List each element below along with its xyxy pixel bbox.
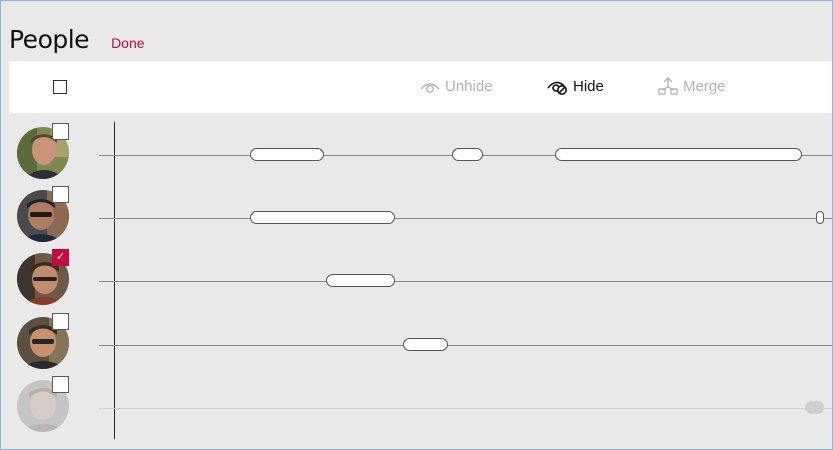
timeline-track: [99, 408, 832, 409]
timeline-segment[interactable]: [805, 401, 824, 414]
select-all-checkbox[interactable]: [53, 80, 67, 94]
eye-hide-icon: [547, 77, 569, 95]
person-checkbox-checked[interactable]: ✓: [52, 249, 69, 266]
merge-button[interactable]: Merge: [657, 77, 726, 95]
timeline-segment[interactable]: [250, 211, 395, 224]
merge-label: Merge: [683, 77, 726, 95]
timeline-segment[interactable]: [816, 211, 824, 224]
timeline-segment[interactable]: [403, 338, 448, 351]
unhide-label: Unhide: [445, 77, 493, 95]
person-row: [9, 123, 832, 187]
timeline-track: [99, 281, 832, 282]
timeline-track: [99, 345, 832, 346]
person-checkbox[interactable]: [52, 186, 69, 203]
person-row: [9, 313, 832, 377]
page-title: People: [9, 25, 90, 54]
person-checkbox[interactable]: [52, 123, 69, 140]
person-checkbox[interactable]: [52, 376, 69, 393]
timeline-segment[interactable]: [326, 274, 395, 287]
person-row-hidden: [9, 376, 832, 440]
timeline-segment[interactable]: [250, 148, 324, 161]
merge-icon: [657, 77, 679, 95]
hide-label: Hide: [573, 77, 604, 95]
timeline-track: [99, 218, 832, 219]
toolbar: Unhide Hide Merge: [9, 61, 832, 113]
person-row: [9, 186, 832, 250]
people-panel: People Done Unhide Hide Merge ✓: [0, 0, 833, 450]
hide-button[interactable]: Hide: [547, 77, 604, 95]
header: People Done: [9, 25, 145, 54]
timeline-segment[interactable]: [452, 148, 483, 161]
person-checkbox[interactable]: [52, 313, 69, 330]
checkmark-icon: ✓: [55, 251, 66, 263]
unhide-button[interactable]: Unhide: [419, 77, 493, 95]
timeline-segment[interactable]: [555, 148, 802, 161]
eye-icon: [419, 77, 441, 95]
done-button[interactable]: Done: [111, 35, 144, 51]
person-row: ✓: [9, 249, 832, 313]
